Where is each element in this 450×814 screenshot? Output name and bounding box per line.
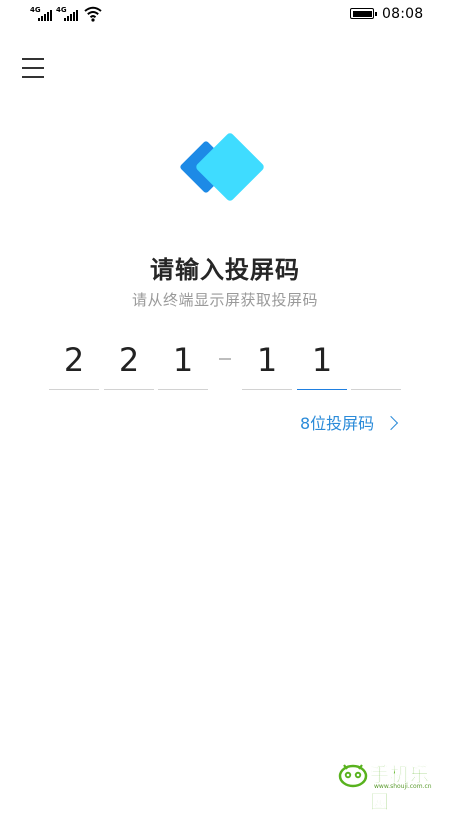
page-subtitle: 请从终端显示屏获取投屏码 (131, 291, 318, 309)
chevron-right-icon (384, 415, 399, 430)
status-bar: 4G 4G 08:08 (0, 0, 450, 30)
screen-cast-logo (180, 133, 264, 201)
clock: 08:08 (382, 6, 424, 22)
code-separator (219, 358, 231, 360)
code-digit-box[interactable]: 2 (49, 338, 99, 390)
code-digit: 2 (118, 341, 140, 379)
code-digit-box[interactable]: 2 (104, 338, 154, 390)
code-digit: 1 (256, 341, 278, 379)
mascot-icon (338, 764, 368, 788)
eight-digit-code-link[interactable]: 8位投屏码 (300, 410, 399, 434)
code-digit-box[interactable]: 1 (242, 338, 292, 390)
wifi-icon (84, 6, 102, 22)
code-digit-box[interactable]: 1 (158, 338, 208, 390)
code-digit-box-active[interactable]: 1 (297, 338, 347, 390)
eight-digit-code-label: 8位投屏码 (300, 414, 375, 433)
watermark-logo: 手机乐园 www.shouji.com.cn (338, 758, 442, 813)
watermark-url: www.shouji.com.cn (374, 783, 432, 790)
menu-button[interactable] (22, 57, 46, 79)
code-digit-box[interactable] (351, 338, 401, 390)
page-title: 请输入投屏码 (150, 256, 300, 284)
code-digit: 1 (172, 341, 194, 379)
battery-icon (350, 8, 377, 19)
code-digit: 1 (311, 341, 333, 379)
code-digit: 2 (63, 341, 85, 379)
